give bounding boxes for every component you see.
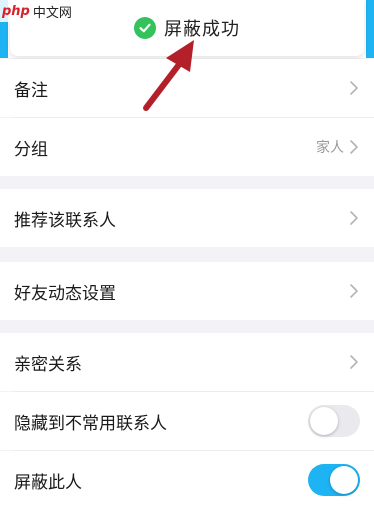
watermark-text: 中文网 [32,5,72,21]
hide-uncommon-toggle[interactable] [308,405,360,437]
chevron-right-icon [350,355,358,369]
intimacy-row[interactable]: 亲密关系 [0,333,374,391]
remark-row[interactable]: 备注 [0,59,374,117]
recommend-contact-row[interactable]: 推荐该联系人 [0,189,374,247]
toast-text: 屏蔽成功 [164,19,240,40]
hide-uncommon-label: 隐藏到不常用联系人 [14,413,167,434]
group-label: 分组 [14,139,48,160]
toggle-knob [310,407,338,435]
chevron-right-icon [350,81,358,95]
chevron-right-icon [350,211,358,225]
group-row[interactable]: 分组 家人 [0,118,374,176]
watermark-mark: php [2,3,30,19]
chevron-right-icon [350,140,358,154]
chevron-right-icon [350,284,358,298]
recommend-contact-label: 推荐该联系人 [14,210,116,231]
watermark-logo: php 中文网 [0,0,76,22]
checkmark-icon [134,17,156,39]
remark-label: 备注 [14,80,48,101]
block-person-row: 屏蔽此人 [0,451,374,509]
toggle-knob [330,466,358,494]
intimacy-label: 亲密关系 [14,354,82,375]
block-person-label: 屏蔽此人 [14,472,82,493]
group-value: 家人 [316,140,344,156]
block-person-toggle[interactable] [308,464,360,496]
moments-settings-row[interactable]: 好友动态设置 [0,262,374,320]
moments-settings-label: 好友动态设置 [14,283,116,304]
hide-uncommon-row: 隐藏到不常用联系人 [0,392,374,450]
